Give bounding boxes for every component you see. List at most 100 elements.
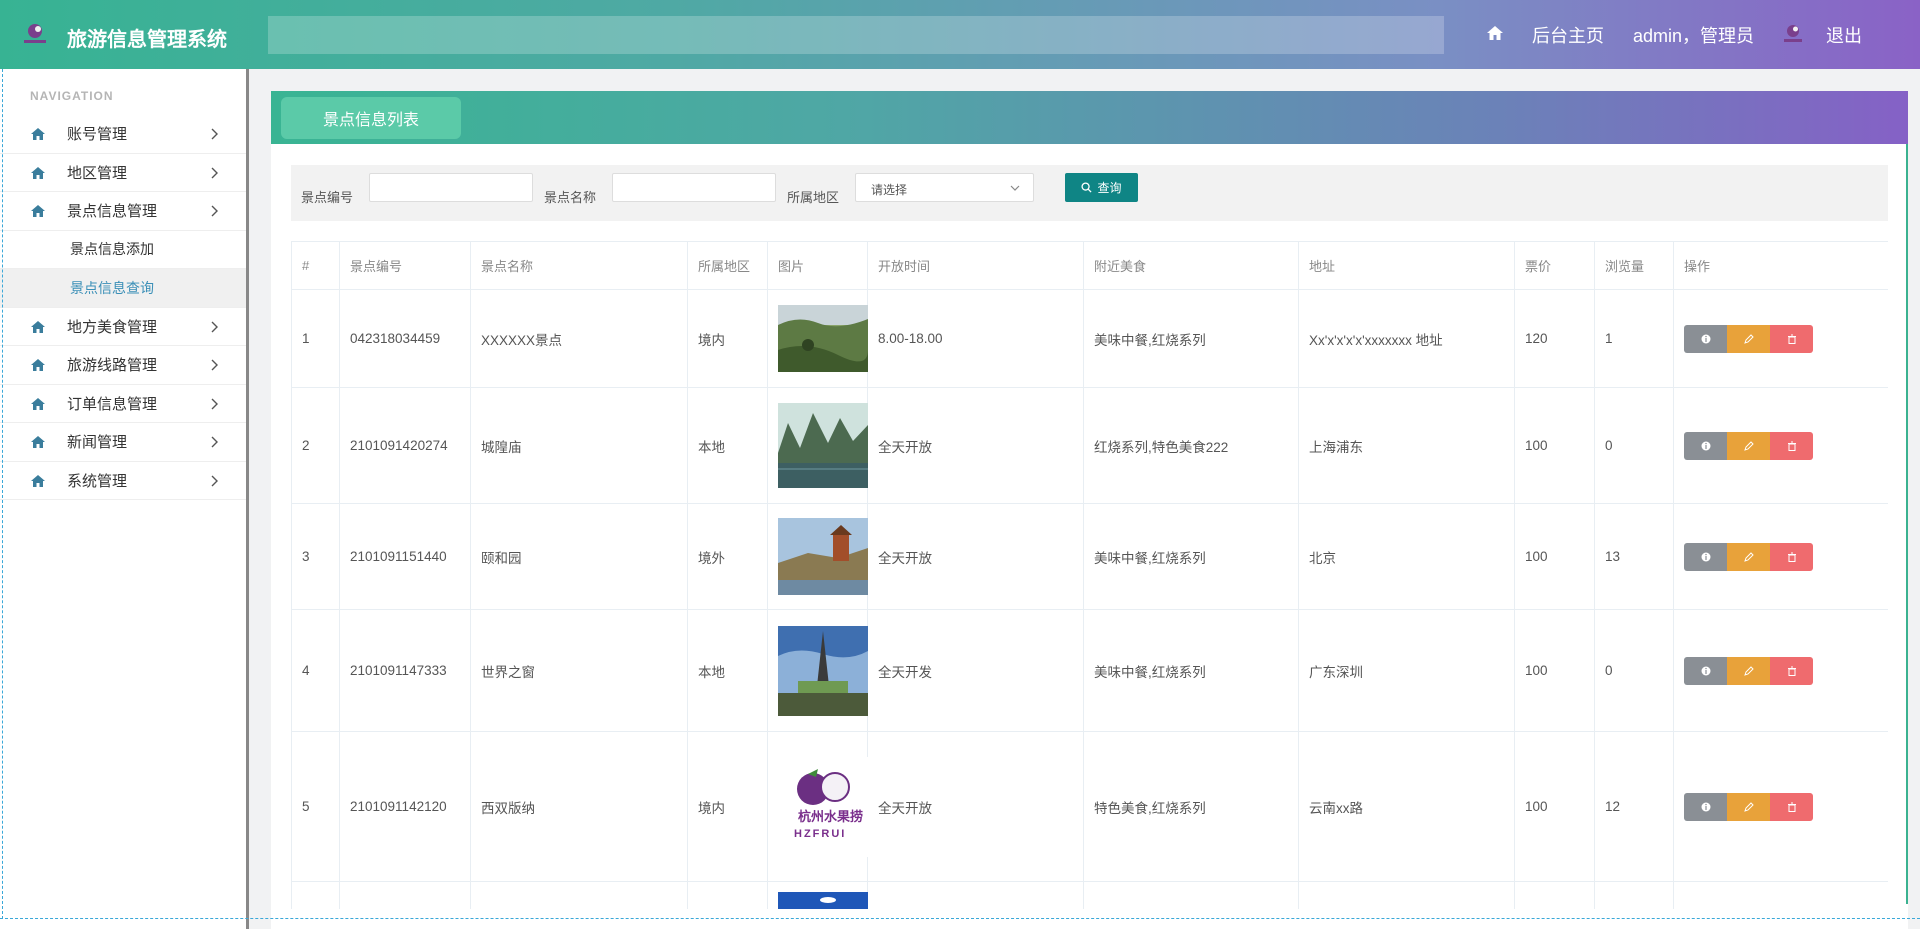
home-icon[interactable]	[1486, 24, 1504, 42]
user-label[interactable]: admin，管理员	[1633, 22, 1754, 48]
cell-image	[767, 387, 868, 504]
sidebar-item-regions[interactable]: 地区管理	[0, 154, 246, 192]
sidebar-item-system[interactable]: 系统管理	[0, 462, 246, 500]
tab-attraction-list[interactable]: 景点信息列表	[281, 97, 461, 139]
cell-name: 西双版纳	[470, 731, 688, 882]
logout-link[interactable]: 退出	[1826, 22, 1862, 48]
delete-button[interactable]	[1770, 324, 1813, 353]
edit-button[interactable]	[1727, 792, 1770, 821]
code-filter-label: 景点编号	[301, 190, 354, 205]
column-header: 景点编号	[339, 241, 471, 290]
sidebar-item-accounts[interactable]: 账号管理	[0, 115, 246, 154]
pencil-icon	[1743, 551, 1754, 562]
info-button[interactable]	[1684, 431, 1727, 460]
cell-food: 美味中餐,红烧系列	[1083, 609, 1299, 732]
sidebar-subitem-attraction-query[interactable]: 景点信息查询	[0, 269, 246, 308]
attraction-thumbnail: 杭州水果捞 HZFRUI	[778, 756, 868, 857]
cell-code: 2101091147333	[339, 609, 471, 732]
delete-button[interactable]	[1770, 431, 1813, 460]
tab-bar: 景点信息列表	[271, 91, 1908, 144]
home-icon	[31, 436, 45, 448]
sidebar-item-label: 景点信息管理	[67, 203, 158, 221]
column-header: 浏览量	[1594, 241, 1674, 290]
column-header: 开放时间	[867, 241, 1084, 290]
delete-button[interactable]	[1770, 792, 1813, 821]
column-header: 所属地区	[687, 241, 768, 290]
edit-button[interactable]	[1727, 542, 1770, 571]
query-button-label: 查询	[1097, 181, 1122, 195]
cell-empty	[1298, 881, 1515, 909]
cell-code: 2101091142120	[339, 731, 471, 882]
table-row: 1 042318034459 XXXXXX景点 境内 8.00-18.00 美味…	[291, 289, 1888, 388]
edit-button[interactable]	[1727, 324, 1770, 353]
sidebar-item-attractions[interactable]: 景点信息管理	[0, 192, 246, 231]
delete-button[interactable]	[1770, 656, 1813, 685]
home-icon	[31, 320, 45, 333]
column-header: 图片	[767, 241, 868, 290]
cell-price: 100	[1514, 387, 1595, 504]
cell-price: 120	[1514, 289, 1595, 388]
info-icon	[1701, 666, 1710, 675]
sidebar-item-news[interactable]: 新闻管理	[0, 423, 246, 462]
edit-button[interactable]	[1727, 656, 1770, 685]
home-icon	[31, 397, 45, 410]
cell-views: 12	[1594, 731, 1674, 882]
cell-image	[767, 503, 868, 610]
sidebar-subitem-label: 景点信息添加	[70, 241, 154, 258]
sidebar-item-local-food[interactable]: 地方美食管理	[0, 308, 246, 346]
edit-button[interactable]	[1727, 431, 1770, 460]
sidebar-item-label: 订单信息管理	[67, 395, 158, 413]
cell-empty	[687, 881, 768, 909]
cell-food: 红烧系列,特色美食222	[1083, 387, 1299, 504]
cell-name: XXXXXX景点	[470, 289, 688, 388]
cell-open-time: 全天开放	[867, 503, 1084, 610]
cell-empty	[1673, 881, 1888, 909]
sidebar-subitem-attraction-add[interactable]: 景点信息添加	[0, 231, 246, 269]
cell-name: 世界之窗	[470, 609, 688, 732]
sidebar-item-label: 新闻管理	[67, 434, 128, 452]
pencil-icon	[1743, 333, 1754, 344]
cell-empty	[339, 881, 471, 909]
cell-code: 2101091420274	[339, 387, 471, 504]
cell-code: 042318034459	[339, 289, 471, 388]
admin-home-link[interactable]: 后台主页	[1532, 22, 1604, 48]
cell-region: 本地	[687, 387, 768, 504]
name-filter-label: 景点名称	[544, 190, 597, 205]
cell-region: 境外	[687, 503, 768, 610]
filter-bar: 景点编号 景点名称 所属地区 请选择 查询	[291, 165, 1888, 221]
sidebar: NAVIGATION 账号管理 地区管理 景点信息管理 景点信息添加 景点信息查…	[0, 69, 249, 929]
region-select-value: 请选择	[871, 183, 908, 197]
delete-button[interactable]	[1770, 542, 1813, 571]
column-header: 景点名称	[470, 241, 688, 290]
sidebar-item-routes[interactable]: 旅游线路管理	[0, 346, 246, 385]
table-row: 2 2101091420274 城隍庙 本地 全天开放 红烧系列,特色美食222	[291, 387, 1888, 504]
info-button[interactable]	[1684, 324, 1727, 353]
query-button[interactable]: 查询	[1065, 173, 1138, 202]
info-button[interactable]	[1684, 542, 1727, 571]
avatar[interactable]	[1781, 22, 1805, 46]
info-icon	[1701, 334, 1710, 343]
cell-image: 杭州水果捞 HZFRUI	[767, 731, 868, 882]
info-icon	[1701, 802, 1710, 811]
header-search-bar[interactable]	[268, 16, 1444, 54]
info-button[interactable]	[1684, 656, 1727, 685]
chevron-right-icon	[211, 321, 218, 332]
attraction-table: # 景点编号 景点名称 所属地区 图片 开放时间 附近美食 地址 票价 浏览量 …	[291, 241, 1888, 909]
info-button[interactable]	[1684, 792, 1727, 821]
chevron-right-icon	[211, 128, 218, 140]
cell-actions	[1673, 503, 1888, 610]
cell-address: Xx'x'x'x'x'xxxxxxx 地址	[1298, 289, 1515, 388]
home-icon	[31, 474, 45, 487]
cell-views: 0	[1594, 387, 1674, 504]
sidebar-item-orders[interactable]: 订单信息管理	[0, 385, 246, 423]
name-filter-input[interactable]	[612, 173, 776, 202]
chevron-right-icon	[211, 359, 218, 371]
chevron-right-icon	[211, 475, 218, 486]
cell-food: 特色美食,红烧系列	[1083, 731, 1299, 882]
cell-region: 境内	[687, 289, 768, 388]
cell-index: 1	[291, 289, 340, 388]
code-filter-input[interactable]	[369, 173, 533, 202]
region-select[interactable]: 请选择	[855, 173, 1034, 202]
cell-open-time: 8.00-18.00	[867, 289, 1084, 388]
cell-address: 云南xx路	[1298, 731, 1515, 882]
